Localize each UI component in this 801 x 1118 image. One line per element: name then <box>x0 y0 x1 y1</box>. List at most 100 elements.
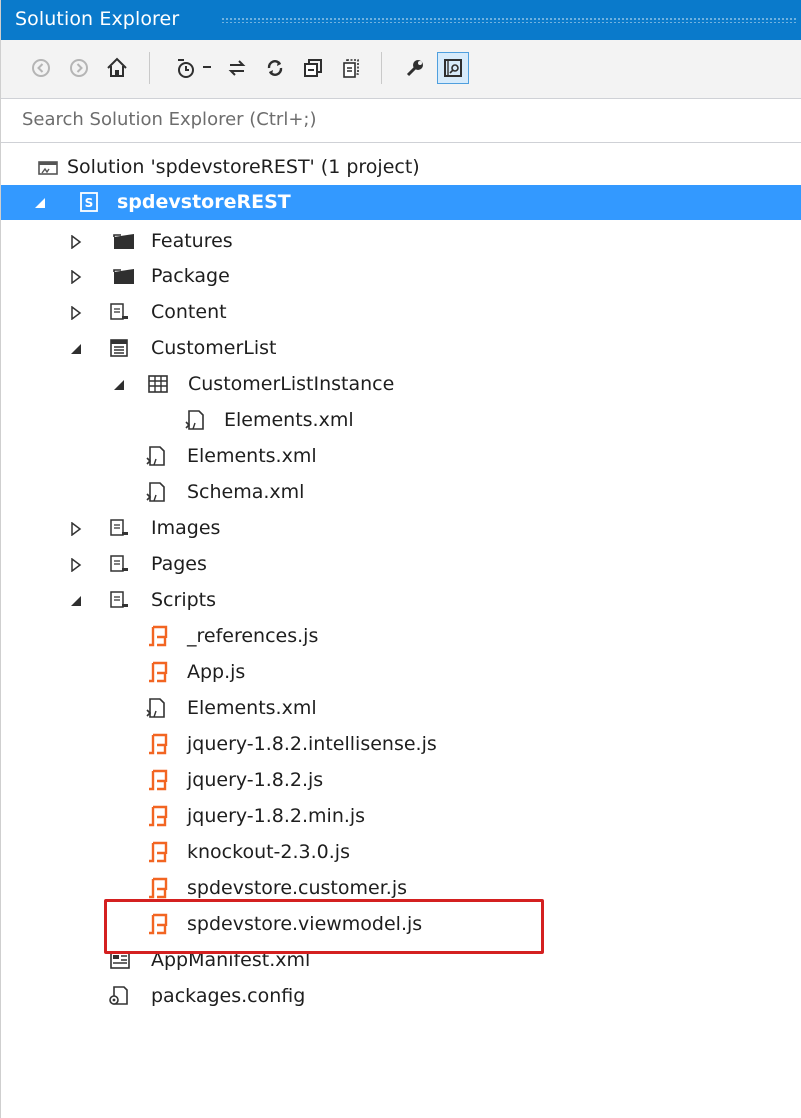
refresh-button[interactable] <box>259 52 291 84</box>
expand-arrow-icon[interactable] <box>67 259 85 294</box>
tree-item-schema-xml[interactable]: Schema.xml <box>1 475 801 510</box>
xml-file-icon <box>145 481 167 503</box>
tree-item-project[interactable]: S spdevstoreREST <box>1 185 801 220</box>
tree-item-label: App.js <box>187 661 246 683</box>
tree-item-images[interactable]: Images <box>1 511 801 546</box>
search-box[interactable]: Search Solution Explorer (Ctrl+;) <box>1 99 801 143</box>
tree-item-label: Elements.xml <box>187 697 317 719</box>
tree-item-references-js[interactable]: _references.js <box>1 619 801 654</box>
search-placeholder: Search Solution Explorer (Ctrl+;) <box>22 109 317 130</box>
tree-item-label: spdevstore.customer.js <box>187 877 407 899</box>
toolbar <box>1 40 801 99</box>
sync-button[interactable] <box>221 52 253 84</box>
tree-item-scripts[interactable]: Scripts <box>1 583 801 618</box>
collapse-all-button[interactable] <box>297 52 329 84</box>
tree-item-pages[interactable]: Pages <box>1 547 801 582</box>
tree-item-packages-config[interactable]: packages.config <box>1 979 801 1014</box>
javascript-file-icon <box>147 769 169 791</box>
tree-item-elements-xml[interactable]: Elements.xml <box>1 439 801 474</box>
expand-arrow-icon[interactable] <box>67 224 85 259</box>
tree-item-solution[interactable]: Solution 'spdevstoreREST' (1 project) <box>1 150 801 185</box>
solution-explorer-panel: Solution Explorer Search Solution Explor… <box>0 0 801 1118</box>
xml-file-icon <box>145 445 167 467</box>
javascript-file-icon <box>147 625 169 647</box>
tree-item-app-js[interactable]: App.js <box>1 655 801 690</box>
package-folder-icon <box>112 265 134 287</box>
titlebar-grip <box>221 17 796 23</box>
tree-item-elements-xml[interactable]: Elements.xml <box>1 403 801 438</box>
panel-titlebar[interactable]: Solution Explorer <box>1 0 801 40</box>
tree-item-label: spdevstoreREST <box>117 191 291 213</box>
properties-icon <box>406 60 423 77</box>
module-icon <box>108 517 130 539</box>
collapse-arrow-icon[interactable] <box>67 331 85 366</box>
expand-arrow-icon[interactable] <box>67 295 85 330</box>
tree-item-package[interactable]: Package <box>1 259 801 294</box>
tree-item-label: jquery-1.8.2.min.js <box>187 805 366 827</box>
dropdown-icon <box>203 66 211 68</box>
home-button[interactable] <box>101 52 133 84</box>
tree-item-content[interactable]: Content <box>1 295 801 330</box>
tree-item-label: Package <box>151 265 230 287</box>
javascript-file-icon <box>147 805 169 827</box>
list-definition-icon <box>108 337 130 359</box>
expand-arrow-icon[interactable] <box>67 511 85 546</box>
toolbar-separator <box>149 52 150 84</box>
sharepoint-project-icon: S <box>78 191 100 213</box>
pending-changes-icon <box>178 59 194 78</box>
tree-item-label: Pages <box>151 553 207 575</box>
sync-icon <box>228 60 246 76</box>
tree-item-label: Elements.xml <box>187 445 317 467</box>
module-icon <box>108 553 130 575</box>
tree-item-elements-xml[interactable]: Elements.xml <box>1 691 801 726</box>
show-all-files-icon <box>343 59 359 78</box>
xml-file-icon <box>184 409 206 431</box>
home-icon <box>107 57 127 77</box>
feature-folder-icon <box>112 230 134 252</box>
javascript-file-icon <box>147 877 169 899</box>
pending-changes-dropdown[interactable] <box>197 52 217 84</box>
tree-item-label: Elements.xml <box>224 409 354 431</box>
module-icon <box>108 301 130 323</box>
collapse-all-icon <box>304 59 322 77</box>
collapse-arrow-icon[interactable] <box>110 367 128 402</box>
tree-item-label: Content <box>151 301 227 323</box>
tree-item-customerlistinstance[interactable]: CustomerListInstance <box>1 367 801 402</box>
tree-item-label: _references.js <box>187 625 319 647</box>
preview-selected-button[interactable] <box>437 52 469 84</box>
tree-item-features[interactable]: Features <box>1 224 801 259</box>
svg-text:S: S <box>85 196 94 210</box>
back-icon <box>32 59 50 77</box>
panel-title: Solution Explorer <box>15 8 180 30</box>
properties-button[interactable] <box>399 52 431 84</box>
tree-item-label: CustomerList <box>151 337 277 359</box>
tree-item-label: jquery-1.8.2.intellisense.js <box>187 733 437 755</box>
list-instance-grid-icon <box>147 373 169 395</box>
tree-item-label: Images <box>151 517 221 539</box>
tree-item-knockout-js[interactable]: knockout-2.3.0.js <box>1 835 801 870</box>
refresh-icon <box>267 60 283 76</box>
javascript-file-icon <box>147 733 169 755</box>
collapse-arrow-icon[interactable] <box>31 185 49 220</box>
tree-item-label: jquery-1.8.2.js <box>187 769 324 791</box>
tree-item-jquery-min-js[interactable]: jquery-1.8.2.min.js <box>1 799 801 834</box>
tree-item-jquery-js[interactable]: jquery-1.8.2.js <box>1 763 801 798</box>
preview-selected-icon <box>444 59 462 77</box>
tree-item-label: Scripts <box>151 589 217 611</box>
javascript-file-icon <box>147 661 169 683</box>
tree-item-customerlist[interactable]: CustomerList <box>1 331 801 366</box>
show-all-files-button[interactable] <box>335 52 367 84</box>
tree-item-jquery-intellisense-js[interactable]: jquery-1.8.2.intellisense.js <box>1 727 801 762</box>
tree-item-label: Solution 'spdevstoreREST' (1 project) <box>67 156 420 178</box>
solution-icon <box>37 156 59 178</box>
tree-item-label: Features <box>151 230 233 252</box>
collapse-arrow-icon[interactable] <box>67 583 85 618</box>
back-button[interactable] <box>25 52 57 84</box>
module-icon <box>108 589 130 611</box>
tree-item-label: knockout-2.3.0.js <box>187 841 350 863</box>
javascript-file-icon <box>147 841 169 863</box>
config-file-icon <box>108 985 130 1007</box>
expand-arrow-icon[interactable] <box>67 547 85 582</box>
forward-button[interactable] <box>63 52 95 84</box>
tree-item-label: CustomerListInstance <box>188 373 395 395</box>
